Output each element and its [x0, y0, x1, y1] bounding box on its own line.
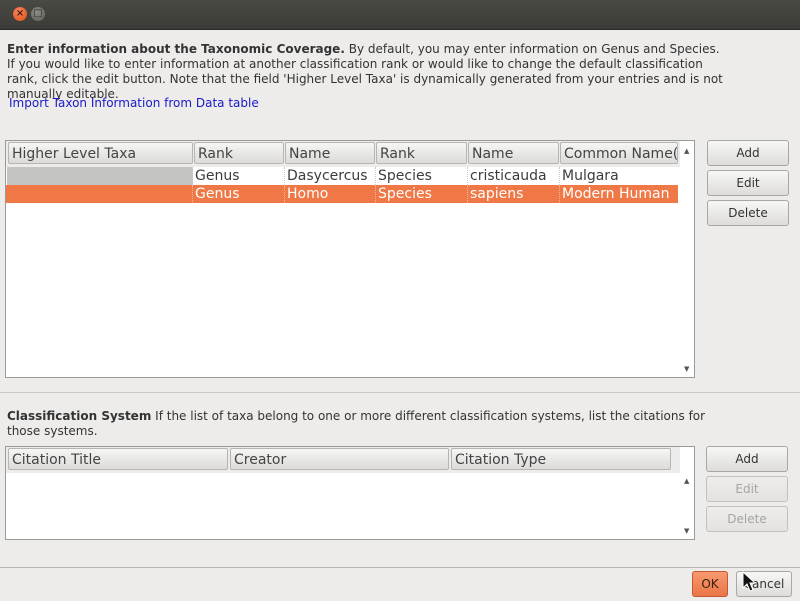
taxonomic-coverage-description: Enter information about the Taxonomic Co… — [7, 42, 727, 102]
section-divider — [0, 392, 800, 393]
column-header-name-1[interactable]: Name — [285, 142, 375, 164]
window-maximize-button[interactable]: □ — [31, 7, 45, 21]
taxa-delete-button[interactable]: Delete — [707, 200, 789, 226]
classification-system-heading: Classification System — [7, 409, 152, 423]
window-titlebar: × □ — [0, 0, 800, 30]
column-header-rank-1[interactable]: Rank — [194, 142, 284, 164]
citation-table-scrollbar[interactable]: ▲ ▼ — [680, 447, 694, 539]
dialog-footer — [0, 567, 800, 601]
cell-higher-level-taxa — [7, 185, 193, 203]
cell-name-2: cristicauda — [468, 167, 560, 185]
citation-delete-button[interactable]: Delete — [706, 506, 788, 532]
cell-name-1: Dasycercus — [285, 167, 376, 185]
column-header-rank-2[interactable]: Rank — [376, 142, 467, 164]
import-taxon-link[interactable]: Import Taxon Information from Data table — [9, 96, 259, 123]
taxa-table-header: Higher Level Taxa Rank Name Rank Name Co… — [6, 141, 694, 167]
column-header-citation-type[interactable]: Citation Type — [451, 448, 671, 470]
column-header-creator[interactable]: Creator — [230, 448, 449, 470]
cell-name-1: Homo — [285, 185, 376, 203]
column-header-common-names[interactable]: Common Name(s) — [560, 142, 678, 164]
citation-table: Citation Title Creator Citation Type ▲ ▼ — [5, 446, 695, 540]
table-row[interactable]: Genus Dasycercus Species cristicauda Mul… — [6, 167, 678, 185]
taxa-table-scrollbar[interactable]: ▲ ▼ — [680, 141, 694, 377]
taxa-edit-button[interactable]: Edit — [707, 170, 789, 196]
column-header-higher-level-taxa[interactable]: Higher Level Taxa — [8, 142, 193, 164]
cell-rank-1: Genus — [193, 185, 285, 203]
cell-rank-2: Species — [376, 167, 468, 185]
scroll-down-arrow-icon[interactable]: ▼ — [684, 527, 689, 535]
citation-add-button[interactable]: Add — [706, 446, 788, 472]
cell-rank-2: Species — [376, 185, 468, 203]
cell-name-2: sapiens — [468, 185, 560, 203]
citation-edit-button[interactable]: Edit — [706, 476, 788, 502]
column-header-citation-title[interactable]: Citation Title — [8, 448, 228, 470]
taxa-add-button[interactable]: Add — [707, 140, 789, 166]
taxonomic-coverage-heading: Enter information about the Taxonomic Co… — [7, 42, 345, 56]
classification-system-description: Classification System If the list of tax… — [7, 409, 727, 439]
mouse-pointer-icon — [742, 571, 757, 592]
scroll-up-arrow-icon[interactable]: ▲ — [684, 477, 689, 485]
taxa-table: Higher Level Taxa Rank Name Rank Name Co… — [5, 140, 695, 378]
cell-common-name: Mulgara — [562, 168, 619, 184]
scroll-up-arrow-icon[interactable]: ▲ — [684, 147, 689, 155]
cell-common-name: Modern Human — [562, 186, 670, 202]
ok-button[interactable]: OK — [692, 571, 728, 597]
citation-table-header: Citation Title Creator Citation Type — [6, 447, 694, 473]
scroll-down-arrow-icon[interactable]: ▼ — [684, 365, 689, 373]
column-header-name-2[interactable]: Name — [468, 142, 559, 164]
table-row-selected[interactable]: Genus Homo Species sapiens Modern Human — [6, 185, 678, 203]
window-close-button[interactable]: × — [13, 7, 27, 21]
cell-higher-level-taxa — [7, 167, 193, 185]
cell-rank-1: Genus — [193, 167, 285, 185]
